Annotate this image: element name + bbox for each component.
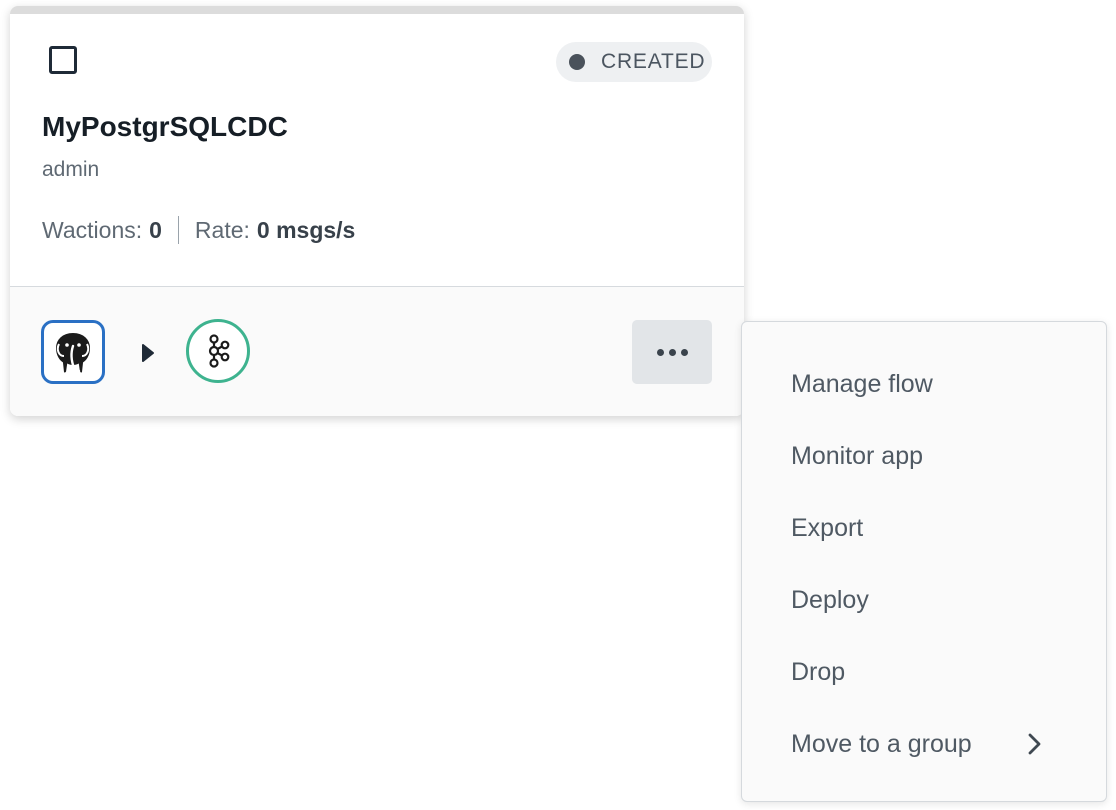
app-actions-menu: Manage flow Monitor app Export Deploy Dr… bbox=[741, 321, 1107, 802]
more-dot-icon bbox=[656, 348, 664, 356]
menu-item-label: Export bbox=[791, 513, 864, 542]
menu-item-label: Move to a group bbox=[791, 729, 972, 758]
menu-item-label: Deploy bbox=[791, 585, 869, 614]
more-options-button[interactable] bbox=[632, 320, 712, 384]
rate-value: 0 msgs/s bbox=[256, 216, 356, 243]
card-footer bbox=[10, 287, 744, 416]
wactions-value: 0 bbox=[149, 216, 162, 243]
app-title[interactable]: MyPostgrSQLCDC bbox=[42, 110, 288, 144]
postgresql-elephant-icon bbox=[41, 320, 105, 384]
menu-item-drop[interactable]: Drop bbox=[742, 636, 1106, 708]
menu-item-label: Monitor app bbox=[791, 441, 924, 470]
more-dot-icon bbox=[668, 348, 676, 356]
status-label: CREATED bbox=[601, 50, 706, 73]
wactions-label: Wactions: bbox=[42, 216, 143, 243]
menu-item-manage-flow[interactable]: Manage flow bbox=[742, 348, 1106, 420]
chevron-right-icon bbox=[1028, 733, 1041, 755]
app-stats: Wactions: 0 Rate: 0 msgs/s bbox=[42, 216, 355, 244]
rate-label: Rate: bbox=[194, 216, 250, 243]
menu-item-deploy[interactable]: Deploy bbox=[742, 564, 1106, 636]
card-top-bar bbox=[10, 6, 744, 14]
select-checkbox[interactable] bbox=[49, 46, 77, 74]
app-card: CREATED MyPostgrSQLCDC admin Wactions: 0… bbox=[10, 6, 744, 416]
status-dot-icon bbox=[569, 54, 585, 70]
menu-item-export[interactable]: Export bbox=[742, 492, 1106, 564]
app-owner: admin bbox=[42, 158, 100, 181]
kafka-icon bbox=[186, 319, 250, 383]
status-badge: CREATED bbox=[556, 42, 712, 82]
more-dot-icon bbox=[680, 348, 688, 356]
menu-item-move-to-group[interactable]: Move to a group bbox=[742, 708, 1106, 780]
menu-item-label: Drop bbox=[791, 657, 846, 686]
menu-item-label: Manage flow bbox=[791, 369, 933, 398]
flow-arrow-icon bbox=[142, 344, 154, 362]
menu-item-monitor-app[interactable]: Monitor app bbox=[742, 420, 1106, 492]
stats-divider bbox=[177, 216, 179, 244]
